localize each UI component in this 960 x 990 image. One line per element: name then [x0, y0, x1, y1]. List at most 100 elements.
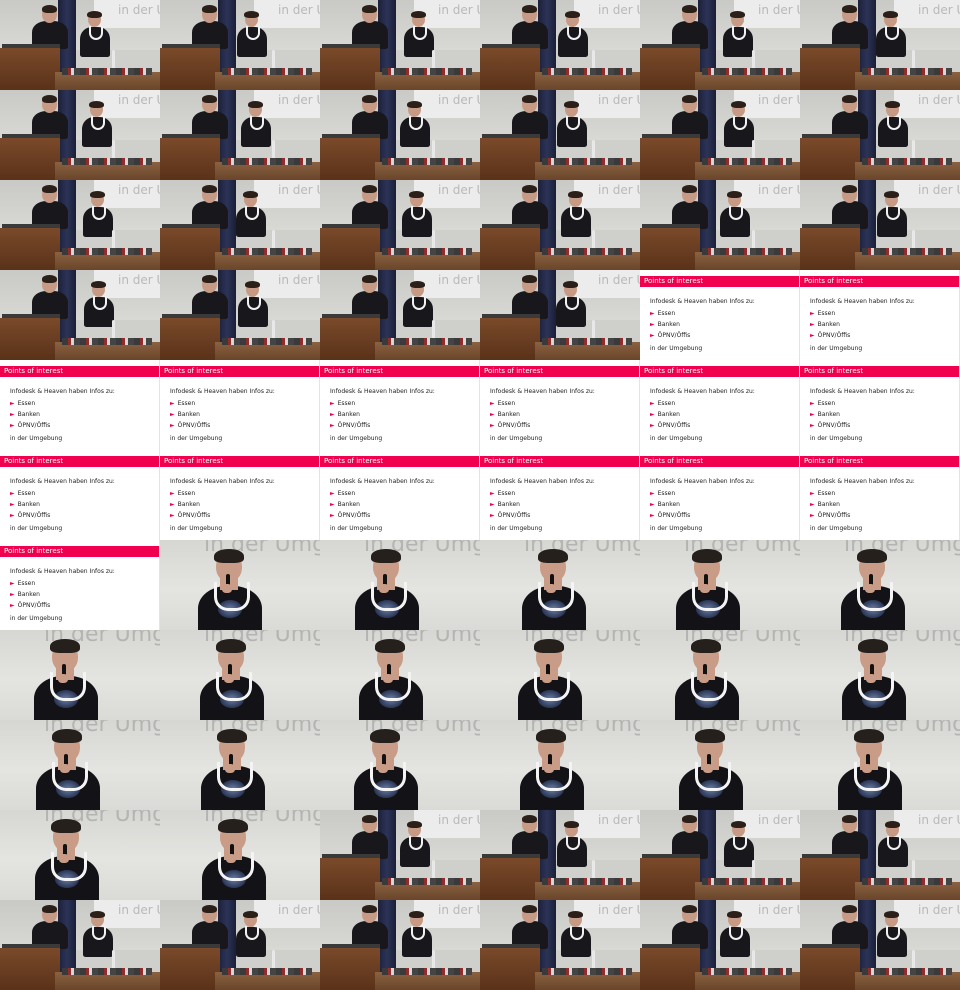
lectern	[640, 138, 700, 180]
speaker-hair	[375, 639, 405, 653]
stage-wide-frame: in der Umgebung	[320, 810, 480, 900]
stage-wide-frame: in der Umgebung	[0, 90, 160, 180]
lanyard	[51, 852, 87, 881]
lectern	[800, 858, 860, 900]
lectern	[640, 858, 700, 900]
stage-wide-frame: in der Umgebung	[800, 900, 960, 990]
speaker-figure	[401, 281, 435, 342]
stage-wide-frame: in der Umgebung	[320, 0, 480, 90]
av-equipment	[382, 248, 472, 255]
speaker-closeup-frame: in der Umgebung	[0, 810, 160, 900]
projected-slide-text: in der Umgebung	[758, 93, 800, 107]
speaker-hand	[383, 674, 393, 683]
slide-title: Points of interest	[4, 457, 64, 465]
lectern	[0, 318, 60, 360]
slide-lead-text: Infodesk & Heaven haben Infos zu:	[10, 478, 115, 485]
speaker-closeup-frame: in der Umgebung	[160, 630, 320, 720]
bullet-triangle-icon: ►	[490, 512, 495, 519]
lectern	[640, 48, 700, 90]
projected-slide-text: in der Umgebung	[598, 3, 640, 17]
slide-title: Points of interest	[4, 367, 64, 375]
slide-title: Points of interest	[324, 367, 384, 375]
projected-slide-text: in der Umgebung	[278, 183, 320, 197]
av-equipment	[62, 338, 152, 345]
projected-slide-text: in der Umgebung	[598, 183, 640, 197]
slide-bullet: ► Essen	[330, 490, 356, 497]
slide-bullet: ► ÖPNV/Öffis	[330, 512, 371, 519]
av-equipment	[862, 248, 952, 255]
slide-frame: Points of interest Infodesk & Heaven hab…	[800, 360, 960, 450]
slide-footer-text: in der Umgebung	[170, 435, 223, 442]
lectern	[640, 228, 700, 270]
slide-lead-text: Infodesk & Heaven haben Infos zu:	[170, 388, 275, 395]
speaker-closeup-frame: in der Umgebung	[640, 540, 800, 630]
speaker-hair	[370, 729, 400, 743]
speaker-figure	[722, 821, 756, 882]
speaker-figure	[556, 11, 590, 72]
bullet-triangle-icon: ►	[650, 490, 655, 497]
slide-footer-text: in der Umgebung	[490, 525, 543, 532]
speaker-closeup-frame: in der Umgebung	[0, 630, 160, 720]
slide-footer-text: in der Umgebung	[650, 345, 703, 352]
bullet-triangle-icon: ►	[810, 321, 815, 328]
speaker-figure	[876, 821, 910, 882]
bullet-triangle-icon: ►	[490, 400, 495, 407]
slide-bullet: ► Essen	[490, 400, 516, 407]
bullet-triangle-icon: ►	[810, 310, 815, 317]
av-equipment	[222, 968, 312, 975]
slide-bullet: ► Essen	[330, 400, 356, 407]
projected-slide-text: in der Umgebung	[918, 93, 960, 107]
slide-title: Points of interest	[644, 277, 704, 285]
speaker-hand	[225, 764, 235, 773]
slide-frame: Points of interest Infodesk & Heaven hab…	[800, 270, 960, 360]
lectern	[160, 948, 220, 990]
slide-bullet: ► Banken	[650, 321, 680, 328]
bullet-triangle-icon: ►	[330, 411, 335, 418]
bullet-triangle-icon: ►	[170, 411, 175, 418]
slide-bullet: ► Banken	[330, 501, 360, 508]
slide-lead-text: Infodesk & Heaven haben Infos zu:	[490, 478, 595, 485]
stage-wide-frame: in der Umgebung	[320, 180, 480, 270]
slide-lead-text: Infodesk & Heaven haben Infos zu:	[490, 388, 595, 395]
lanyard	[858, 672, 894, 701]
slide-frame: Points of interest Infodesk & Heaven hab…	[480, 360, 640, 450]
speaker-hair	[538, 549, 568, 563]
lectern	[480, 138, 540, 180]
lectern	[320, 858, 380, 900]
slide-bullet: ► Essen	[10, 400, 36, 407]
speaker-figure	[555, 101, 589, 162]
av-equipment	[702, 968, 792, 975]
stage-wide-frame: in der Umgebung	[640, 180, 800, 270]
lectern	[320, 948, 380, 990]
slide-frame: Points of interest Infodesk & Heaven hab…	[160, 450, 320, 540]
av-equipment	[542, 338, 632, 345]
speaker-hand	[544, 764, 554, 773]
slide-lead-text: Infodesk & Heaven haben Infos zu:	[330, 478, 435, 485]
speaker-hand	[224, 674, 234, 683]
av-equipment	[542, 158, 632, 165]
av-equipment	[382, 878, 472, 885]
speaker-figure	[876, 101, 910, 162]
slide-footer-text: in der Umgebung	[650, 435, 703, 442]
speaker-hair	[218, 819, 248, 833]
bullet-triangle-icon: ►	[170, 400, 175, 407]
av-equipment	[382, 158, 472, 165]
slide-bullet: ► Banken	[490, 411, 520, 418]
slide-bullet: ► Essen	[810, 310, 836, 317]
slide-title: Points of interest	[164, 367, 224, 375]
slide-bullet: ► Essen	[650, 490, 676, 497]
slide-title: Points of interest	[484, 367, 544, 375]
stage-wide-frame: in der Umgebung	[640, 0, 800, 90]
lectern	[160, 48, 220, 90]
av-equipment	[702, 248, 792, 255]
av-equipment	[382, 68, 472, 75]
slide-bullet: ► ÖPNV/Öffis	[10, 602, 51, 609]
speaker-hand	[58, 674, 68, 683]
stage-wide-frame: in der Umgebung	[640, 810, 800, 900]
slide-lead-text: Infodesk & Heaven haben Infos zu:	[650, 388, 755, 395]
speaker-closeup-frame: in der Umgebung	[480, 720, 640, 810]
speaker-closeup-frame: in der Umgebung	[800, 720, 960, 810]
av-equipment	[542, 68, 632, 75]
slide-frame: Points of interest Infodesk & Heaven hab…	[480, 450, 640, 540]
projected-slide-text: in der Umgebung	[918, 183, 960, 197]
